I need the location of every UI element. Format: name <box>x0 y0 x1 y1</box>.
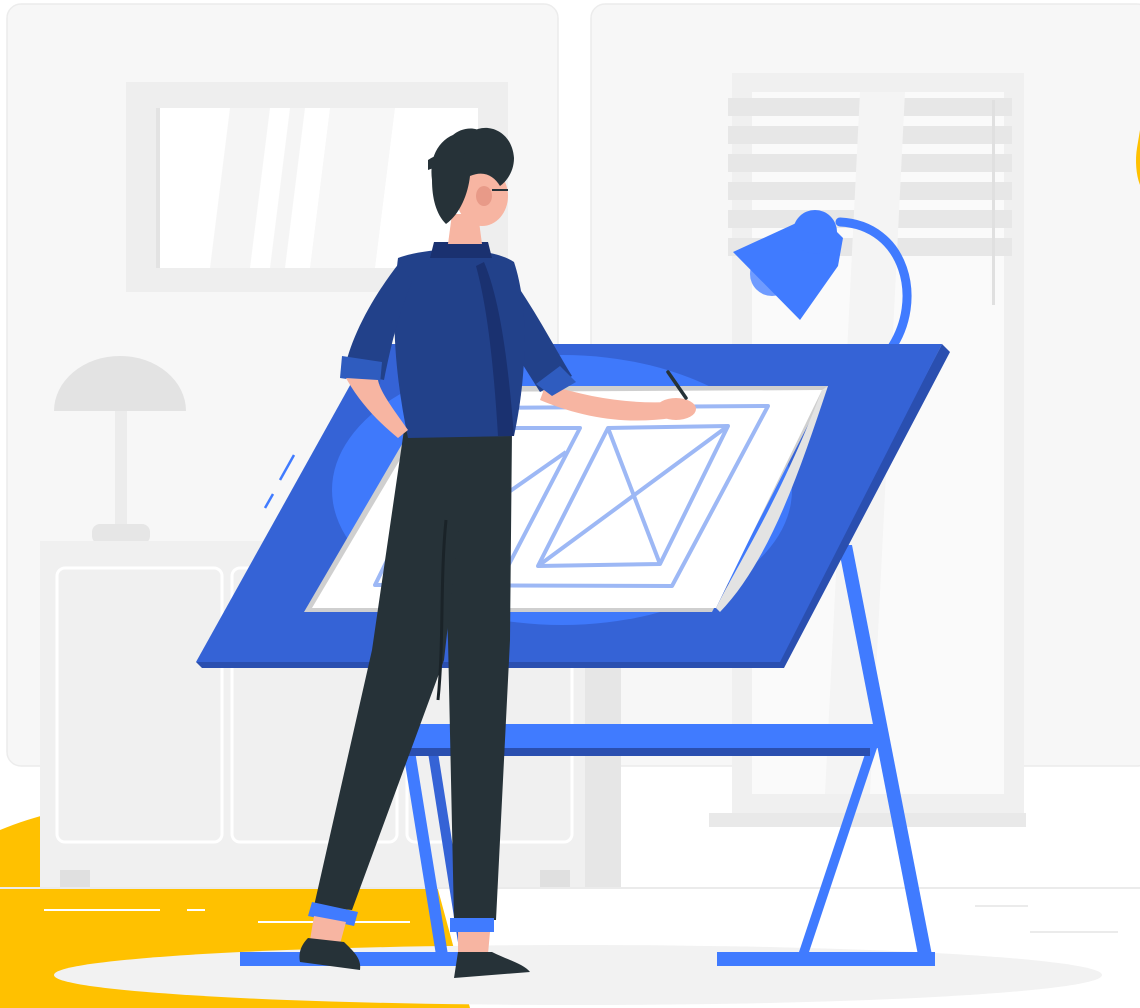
illustration-canvas <box>0 0 1140 1008</box>
designer-illustration <box>0 3 1140 1008</box>
floor-shadow <box>54 945 1102 1005</box>
